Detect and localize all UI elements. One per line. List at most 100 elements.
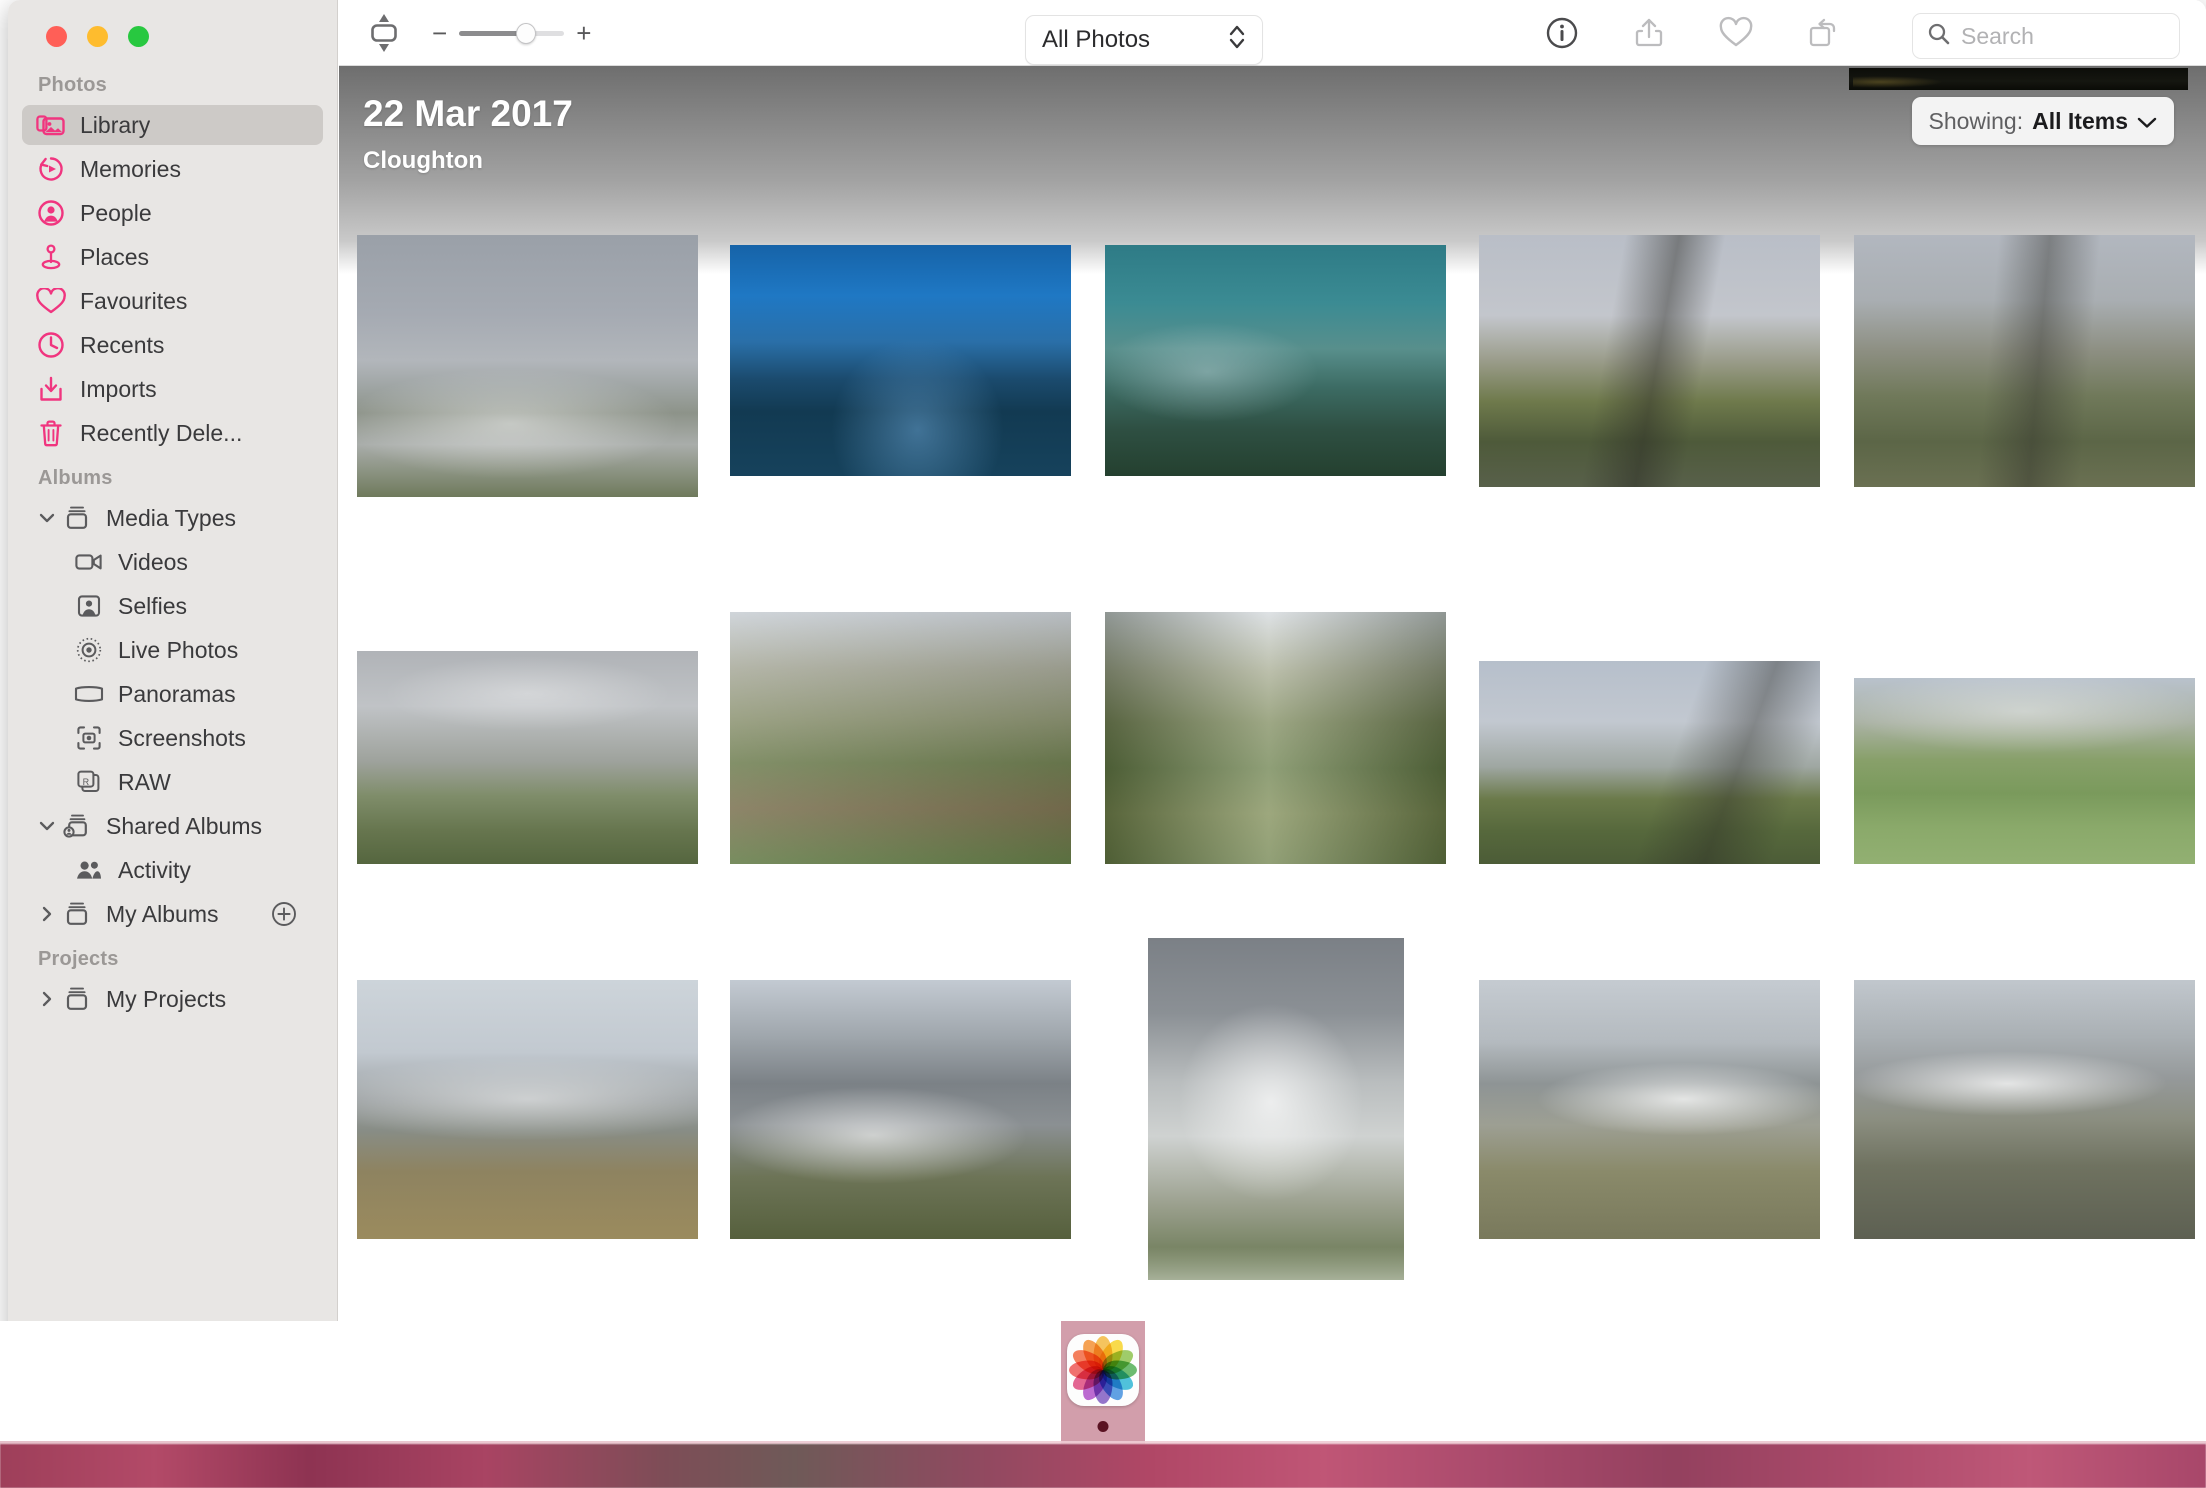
photo-thumbnail-detail [730,244,1072,477]
sidebar-item-label: Memories [80,155,181,182]
library-icon [36,110,66,140]
photo-thumbnail[interactable] [1853,980,2195,1239]
memories-icon [36,154,66,184]
sidebar-item-memories[interactable]: Memories [22,149,323,189]
sidebar-scroll-area[interactable]: Photos Library Memories People Places Fa… [8,74,337,1365]
showing-label: Showing: [1928,107,2024,134]
photo-thumbnail-detail [730,980,1072,1239]
photo-thumbnail-detail [1853,234,2195,488]
sidebar-item-places[interactable]: Places [22,237,323,277]
rotate-icon[interactable] [1805,15,1841,51]
shared-albums-icon [62,811,92,841]
sidebar-item-my-projects[interactable]: My Projects [22,979,323,1019]
photo-grid-area[interactable]: 22 Mar 2017 Cloughton Showing: All Items [339,66,2206,1365]
zoom-slider[interactable] [459,22,565,44]
panorama-icon [74,679,104,709]
chevron-right-icon[interactable] [36,904,58,924]
sidebar-item-label: Media Types [106,504,236,531]
photo-thumbnail[interactable] [1147,937,1404,1280]
photo-thumbnail[interactable] [1853,677,2195,864]
sidebar-item-label: People [80,199,152,226]
sidebar-item-screenshots[interactable]: Screenshots [22,718,323,758]
trash-icon [36,418,66,448]
favourite-heart-icon[interactable] [1718,15,1754,51]
photo-thumbnail-detail [1478,980,1820,1239]
sidebar-item-selfies[interactable]: Selfies [22,586,323,626]
search-icon [1927,22,1950,50]
previous-row-photo-fragment[interactable] [1849,68,2188,90]
desktop: Photos Library Memories People Places Fa… [0,0,2206,1488]
photo-thumbnail[interactable] [730,244,1072,477]
sidebar-item-activity[interactable]: Activity [22,850,323,890]
photo-thumbnail[interactable] [357,650,698,864]
share-icon[interactable] [1631,15,1667,51]
sidebar-item-library[interactable]: Library [22,105,323,145]
photo-thumbnail[interactable] [1853,234,2195,488]
close-window-button[interactable] [46,26,67,47]
sidebar: Photos Library Memories People Places Fa… [8,0,338,1365]
sidebar-item-label: Panoramas [118,680,236,707]
sidebar-item-label: Selfies [118,592,188,619]
zoom-slider-knob[interactable] [516,22,537,44]
photo-thumbnail[interactable] [1478,980,1820,1239]
photo-thumbnail[interactable] [1105,244,1447,477]
chevron-right-icon[interactable] [36,989,58,1009]
info-icon[interactable] [1544,15,1580,51]
sidebar-item-people[interactable]: People [22,193,323,233]
video-camera-icon [74,547,104,577]
photo-thumbnail-detail [357,980,698,1239]
search-input-placeholder[interactable]: Search [1961,23,2034,50]
zoom-in-button[interactable]: + [576,20,591,46]
sidebar-section-header: Photos [38,74,107,96]
selfie-person-icon [74,591,104,621]
showing-value: All Items [2032,107,2128,134]
sidebar-item-media-types[interactable]: Media Types [22,498,323,538]
photo-thumbnail[interactable] [1478,234,1820,488]
photo-thumbnail-detail [1853,677,2195,864]
photo-thumbnail-detail [1853,980,2195,1239]
dock [0,1321,2206,1444]
sidebar-item-panoramas[interactable]: Panoramas [22,674,323,714]
sidebar-section: Projects My Projects [8,948,337,1019]
photos-app-icon[interactable] [1067,1334,1139,1406]
sidebar-item-recently-dele[interactable]: Recently Dele... [22,413,323,453]
photo-thumbnail[interactable] [1478,660,1820,864]
photo-thumbnail[interactable] [357,980,698,1239]
desktop-wallpaper [0,1444,2206,1488]
sidebar-item-label: Library [80,111,151,138]
places-pin-icon [36,242,66,272]
sidebar-section-header: Albums [38,467,113,489]
sidebar-item-my-albums[interactable]: My Albums [22,894,323,934]
chevron-down-icon [2137,108,2157,135]
chevron-down-icon[interactable] [36,508,58,528]
minimise-window-button[interactable] [87,26,108,47]
zoom-out-button[interactable]: − [432,20,447,46]
add-album-button[interactable] [271,901,297,927]
zoom-control[interactable]: − + [432,20,591,46]
updown-chevron-icon [1228,22,1246,59]
photo-thumbnail[interactable] [730,980,1072,1239]
sidebar-item-live-photos[interactable]: Live Photos [22,630,323,670]
aspect-ratio-icon[interactable] [364,11,404,55]
sidebar-item-shared-albums[interactable]: Shared Albums [22,806,323,846]
albums-stack-icon [62,899,92,929]
sidebar-item-label: My Projects [106,985,227,1012]
sidebar-item-favourites[interactable]: Favourites [22,281,323,321]
screenshot-icon [74,723,104,753]
photo-thumbnail[interactable] [1105,612,1447,864]
import-download-icon [36,374,66,404]
sidebar-item-raw[interactable]: R RAW [22,762,323,802]
showing-filter-button[interactable]: Showing: All Items [1911,97,2174,145]
sidebar-item-videos[interactable]: Videos [22,542,323,582]
sidebar-item-imports[interactable]: Imports [22,369,323,409]
live-photo-icon [74,635,104,665]
photo-thumbnail[interactable] [357,234,698,498]
sidebar-item-recents[interactable]: Recents [22,325,323,365]
chevron-down-icon[interactable] [36,816,58,836]
maximise-window-button[interactable] [128,26,149,47]
search-field[interactable]: Search [1912,13,2180,59]
sidebar-item-label: Recently Dele... [80,419,243,446]
place-title: Cloughton [363,147,483,174]
view-mode-popup-button[interactable]: All Photos [1025,15,1263,65]
photo-thumbnail[interactable] [730,612,1072,864]
